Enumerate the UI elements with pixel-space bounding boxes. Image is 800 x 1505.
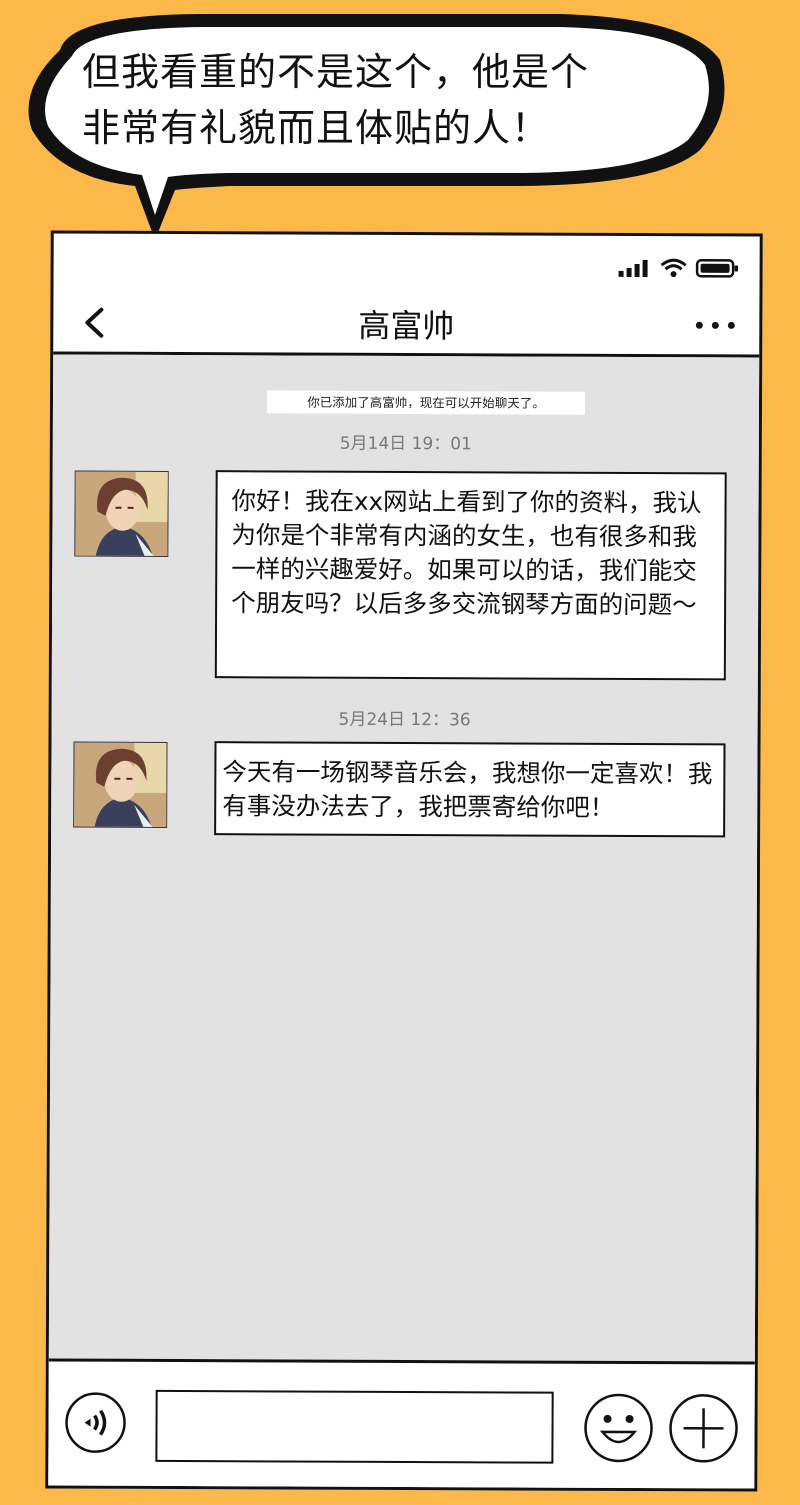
chat-area[interactable]: 你已添加了高富帅，现在可以开始聊天了。 5月14日 19：01 你好！我在xx网… bbox=[48, 354, 760, 1368]
input-bar bbox=[48, 1358, 755, 1489]
plus-icon[interactable] bbox=[667, 1392, 739, 1464]
status-bar bbox=[53, 233, 759, 296]
status-icons bbox=[618, 258, 740, 279]
avatar[interactable] bbox=[73, 741, 168, 828]
message-timestamp: 5月24日 12：36 bbox=[338, 709, 471, 731]
voice-icon[interactable] bbox=[64, 1392, 126, 1454]
caption-line-2: 非常有礼貌而且体贴的人！ bbox=[82, 106, 551, 150]
page-title: 高富帅 bbox=[358, 306, 455, 346]
wifi-icon bbox=[660, 258, 687, 278]
message-bubble: 你好！我在xx网站上看到了你的资料，我认为你是个非常有内涵的女生，也有很多和我一… bbox=[214, 470, 727, 681]
battery-icon bbox=[695, 259, 739, 278]
signal-icon bbox=[618, 260, 648, 278]
message-text: 今天有一场钢琴音乐会，我想你一定喜欢！我有事没办法去了，我把票寄给你吧！ bbox=[222, 757, 713, 822]
more-icon[interactable] bbox=[693, 310, 737, 340]
emoji-icon[interactable] bbox=[582, 1392, 654, 1464]
nav-bar: 高富帅 bbox=[53, 293, 760, 358]
message-input[interactable] bbox=[155, 1389, 554, 1464]
avatar[interactable] bbox=[74, 470, 169, 557]
message-text: 你好！我在xx网站上看到了你的资料，我认为你是个非常有内涵的女生，也有很多和我一… bbox=[231, 486, 702, 620]
message-bubble: 今天有一场钢琴音乐会，我想你一定喜欢！我有事没办法去了，我把票寄给你吧！ bbox=[214, 741, 726, 838]
caption-line-1: 但我看重的不是这个，他是个 bbox=[82, 50, 590, 94]
caption-text: 但我看重的不是这个，他是个 非常有礼貌而且体贴的人！ bbox=[82, 44, 642, 156]
phone-screen: 高富帅 你已添加了高富帅，现在可以开始聊天了。 5月14日 19：01 你好！我… bbox=[45, 230, 763, 1492]
message-timestamp: 5月14日 19：01 bbox=[339, 433, 472, 455]
system-notice: 你已添加了高富帅，现在可以开始聊天了。 bbox=[266, 390, 586, 415]
